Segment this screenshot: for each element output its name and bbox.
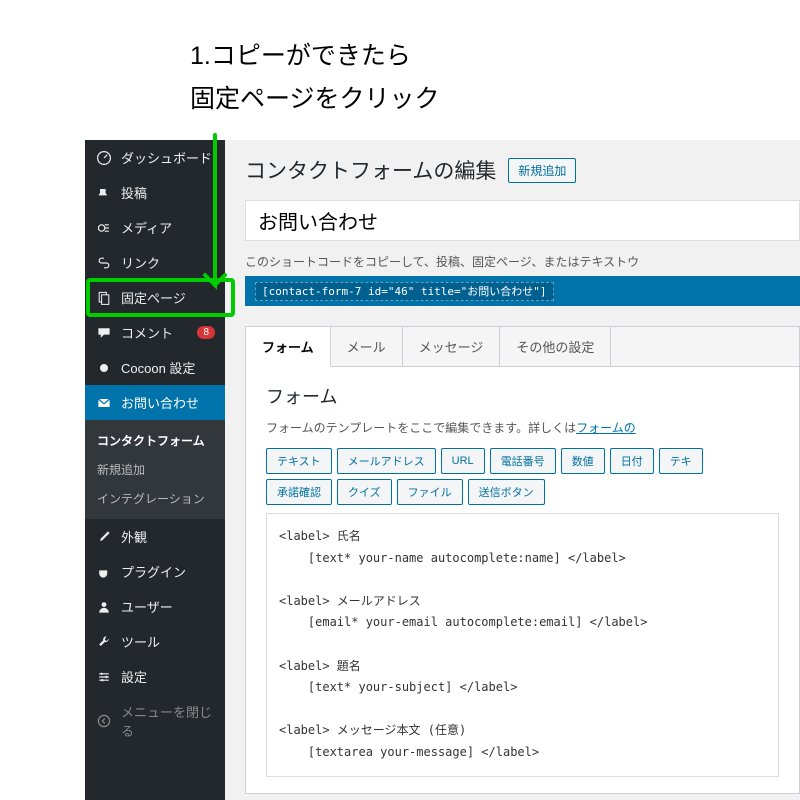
panel-body: フォーム フォームのテンプレートをここで編集できます。詳しくはフォームの テキス…: [246, 367, 799, 793]
tag-textarea[interactable]: テキ: [659, 448, 703, 474]
form-template-link[interactable]: フォームの: [576, 421, 636, 435]
tag-url[interactable]: URL: [441, 448, 485, 474]
sidebar-item-dashboard[interactable]: ダッシュボード: [85, 140, 225, 175]
tag-text[interactable]: テキスト: [266, 448, 332, 474]
tag-email[interactable]: メールアドレス: [337, 448, 436, 474]
tool-icon: [95, 633, 113, 651]
wp-admin: ダッシュボード 投稿 メディア リンク 固定ページ コメント 8 Cocoon …: [85, 140, 800, 800]
sidebar-label: プラグイン: [121, 562, 186, 581]
tag-number[interactable]: 数値: [561, 448, 605, 474]
sidebar-item-appearance[interactable]: 外観: [85, 519, 225, 554]
media-icon: [95, 219, 113, 237]
tag-buttons-row2: 承諾確認 クイズ ファイル 送信ボタン: [266, 479, 779, 505]
submenu-integration[interactable]: インテグレーション: [85, 484, 225, 513]
tab-messages[interactable]: メッセージ: [403, 327, 501, 366]
panel-heading: フォーム: [266, 383, 779, 409]
sidebar-item-links[interactable]: リンク: [85, 245, 225, 280]
comment-count-badge: 8: [197, 326, 215, 339]
comment-icon: [95, 324, 113, 342]
instruction-annotation: 1.コピーができたら 固定ページをクリック: [190, 35, 440, 120]
page-icon: [95, 289, 113, 307]
sidebar-label: ユーザー: [121, 597, 173, 616]
shortcode-text[interactable]: [contact-form-7 id="46" title="お問い合わせ"]: [255, 282, 554, 301]
sidebar-item-tools[interactable]: ツール: [85, 624, 225, 659]
sidebar-label: お問い合わせ: [121, 393, 199, 412]
sidebar-label: 外観: [121, 527, 147, 546]
collapse-icon: [95, 712, 113, 730]
editor-panel: フォーム メール メッセージ その他の設定 フォーム フォームのテンプレートをこ…: [245, 326, 800, 794]
tag-acceptance[interactable]: 承諾確認: [266, 479, 332, 505]
tag-file[interactable]: ファイル: [397, 479, 463, 505]
settings-icon: [95, 668, 113, 686]
link-icon: [95, 254, 113, 272]
page-title: コンタクトフォームの編集: [245, 155, 496, 185]
sidebar-label: メニューを閉じる: [121, 702, 215, 740]
tag-quiz[interactable]: クイズ: [337, 479, 392, 505]
sidebar-label: 投稿: [121, 183, 147, 202]
plugin-icon: [95, 563, 113, 581]
form-title-input[interactable]: [245, 200, 800, 241]
sidebar-label: Cocoon 設定: [121, 358, 195, 377]
tag-submit[interactable]: 送信ボタン: [468, 479, 545, 505]
sidebar-label: 固定ページ: [121, 288, 186, 307]
sidebar-label: 設定: [121, 667, 147, 686]
panel-description: フォームのテンプレートをここで編集できます。詳しくはフォームの: [266, 419, 779, 436]
tab-mail[interactable]: メール: [331, 327, 403, 366]
main-content: コンタクトフォームの編集 新規追加 このショートコードをコピーして、投稿、固定ペ…: [225, 140, 800, 800]
dashboard-icon: [95, 149, 113, 167]
mail-icon: [95, 394, 113, 412]
add-new-button[interactable]: 新規追加: [508, 158, 576, 183]
sidebar-label: ダッシュボード: [121, 148, 212, 167]
tab-form[interactable]: フォーム: [246, 327, 331, 367]
pin-icon: [95, 184, 113, 202]
sidebar-collapse[interactable]: メニューを閉じる: [85, 694, 225, 748]
user-icon: [95, 598, 113, 616]
sidebar-item-media[interactable]: メディア: [85, 210, 225, 245]
sidebar-item-cocoon[interactable]: Cocoon 設定: [85, 350, 225, 385]
tab-other[interactable]: その他の設定: [500, 327, 611, 366]
tag-date[interactable]: 日付: [610, 448, 654, 474]
sidebar-label: リンク: [121, 253, 160, 272]
sidebar-submenu: コンタクトフォーム 新規追加 インテグレーション: [85, 420, 225, 519]
shortcode-help: このショートコードをコピーして、投稿、固定ページ、またはテキストウ: [245, 253, 800, 270]
sidebar-label: ツール: [121, 632, 160, 651]
cocoon-icon: [95, 359, 113, 377]
sidebar-item-settings[interactable]: 設定: [85, 659, 225, 694]
brush-icon: [95, 528, 113, 546]
page-header: コンタクトフォームの編集 新規追加: [245, 155, 800, 185]
sidebar-item-plugins[interactable]: プラグイン: [85, 554, 225, 589]
form-template-editor[interactable]: <label> 氏名 [text* your-name autocomplete…: [266, 513, 779, 777]
sidebar-label: メディア: [121, 218, 172, 237]
tag-tel[interactable]: 電話番号: [490, 448, 556, 474]
sidebar-item-comments[interactable]: コメント 8: [85, 315, 225, 350]
sidebar-item-pages[interactable]: 固定ページ: [85, 280, 225, 315]
sidebar-item-users[interactable]: ユーザー: [85, 589, 225, 624]
submenu-contact-forms[interactable]: コンタクトフォーム: [85, 426, 225, 455]
tag-buttons-row1: テキスト メールアドレス URL 電話番号 数値 日付 テキ: [266, 448, 779, 474]
editor-tabs: フォーム メール メッセージ その他の設定: [246, 327, 799, 367]
sidebar-label: コメント: [121, 323, 173, 342]
shortcode-box: [contact-form-7 id="46" title="お問い合わせ"]: [245, 276, 800, 306]
sidebar-item-posts[interactable]: 投稿: [85, 175, 225, 210]
submenu-add-new[interactable]: 新規追加: [85, 455, 225, 484]
sidebar-item-contact[interactable]: お問い合わせ: [85, 385, 225, 420]
admin-sidebar: ダッシュボード 投稿 メディア リンク 固定ページ コメント 8 Cocoon …: [85, 140, 225, 800]
